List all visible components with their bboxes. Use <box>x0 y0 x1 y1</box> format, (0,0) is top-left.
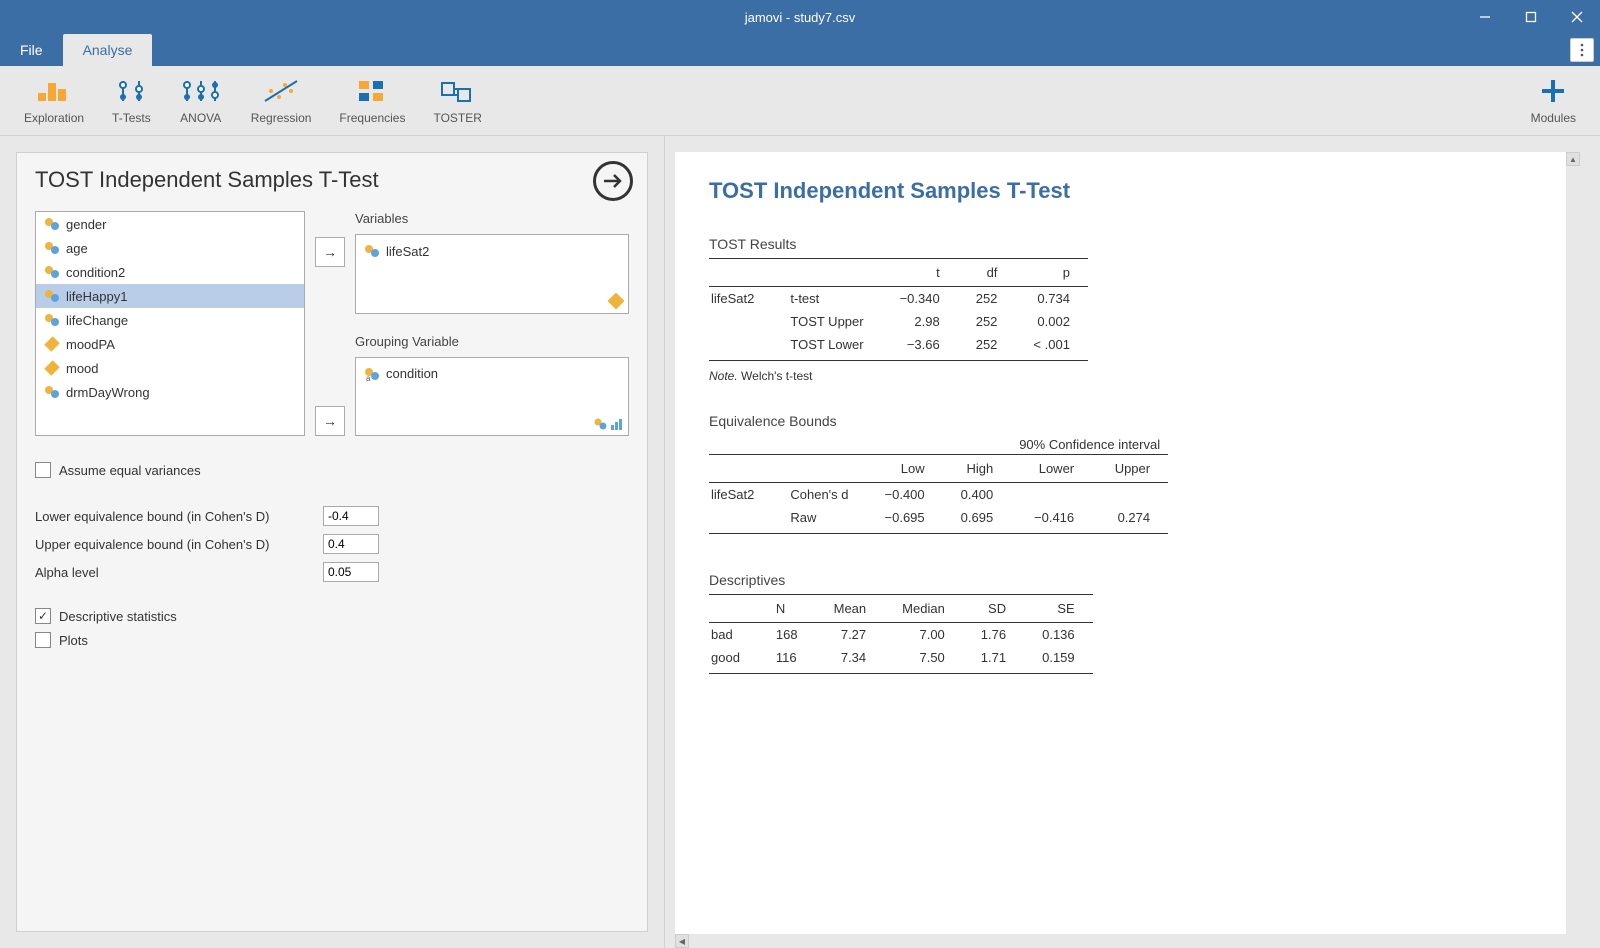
options-panel: TOST Independent Samples T-Test genderag… <box>0 136 665 948</box>
ribbon-exploration[interactable]: Exploration <box>10 73 98 129</box>
source-var-item[interactable]: condition2 <box>36 260 304 284</box>
ribbon-regression[interactable]: Regression <box>237 73 326 129</box>
menu-file[interactable]: File <box>0 34 63 66</box>
nominal-icon <box>44 264 60 280</box>
descriptives-label: Descriptive statistics <box>59 609 177 624</box>
source-var-item[interactable]: lifeHappy1 <box>36 284 304 308</box>
descriptives-checkbox[interactable] <box>35 608 51 624</box>
assume-equal-label: Assume equal variances <box>59 463 201 478</box>
plots-checkbox[interactable] <box>35 632 51 648</box>
frequencies-icon <box>357 77 387 105</box>
nominal-text-icon: a <box>364 366 380 382</box>
scroll-up-button[interactable]: ▲ <box>1566 152 1580 166</box>
options-title: TOST Independent Samples T-Test <box>35 167 629 193</box>
ribbon-anova[interactable]: ANOVA <box>165 73 237 129</box>
window-controls <box>1462 0 1600 34</box>
nominal-icon <box>44 240 60 256</box>
move-to-grouping-button[interactable]: → <box>315 406 345 436</box>
lower-bound-label: Lower equivalence bound (in Cohen's D) <box>35 509 315 524</box>
upper-bound-input[interactable] <box>323 534 379 554</box>
tost-results-table: tdfplifeSat2t-test−0.3402520.734TOST Upp… <box>709 258 1088 361</box>
source-var-item[interactable]: gender <box>36 212 304 236</box>
variables-target[interactable]: lifeSat2 <box>355 234 629 314</box>
content-area: TOST Independent Samples T-Test genderag… <box>0 136 1600 948</box>
regression-icon <box>263 77 299 105</box>
results-box: TOST Independent Samples T-Test TOST Res… <box>675 152 1566 934</box>
results-panel: TOST Independent Samples T-Test TOST Res… <box>665 136 1600 948</box>
run-button[interactable] <box>593 161 633 201</box>
accepted-types-icon <box>608 293 624 309</box>
modules-icon <box>1540 77 1566 105</box>
menubar: File Analyse <box>0 34 1600 66</box>
ribbon-toster[interactable]: TOSTER <box>419 73 495 129</box>
ttests-icon <box>113 77 149 105</box>
nominal-icon <box>44 384 60 400</box>
continuous-icon <box>44 336 60 352</box>
ribbon-modules[interactable]: Modules <box>1517 73 1590 129</box>
eq-bounds-table: 90% Confidence intervalLowHighLowerUpper… <box>709 435 1168 534</box>
alpha-label: Alpha level <box>35 565 315 580</box>
nominal-icon <box>44 312 60 328</box>
options-box: TOST Independent Samples T-Test genderag… <box>16 152 648 932</box>
source-var-item[interactable]: mood <box>36 356 304 380</box>
nominal-icon <box>44 288 60 304</box>
continuous-icon <box>44 360 60 376</box>
descriptives-table: NMeanMedianSDSEbad1687.277.001.760.136go… <box>709 594 1093 674</box>
grouping-target[interactable]: a condition <box>355 357 629 437</box>
close-button[interactable] <box>1554 0 1600 34</box>
menu-analyse[interactable]: Analyse <box>63 34 153 66</box>
assume-equal-variances-checkbox[interactable] <box>35 462 51 478</box>
variables-label: Variables <box>355 211 629 226</box>
source-var-item[interactable]: lifeChange <box>36 308 304 332</box>
scroll-left-button[interactable]: ◀ <box>675 934 689 948</box>
source-var-item[interactable]: drmDayWrong <box>36 380 304 404</box>
source-variable-list[interactable]: genderagecondition2lifeHappy1lifeChangem… <box>35 211 305 436</box>
move-to-variables-button[interactable]: → <box>315 237 345 267</box>
variable-item[interactable]: lifeSat2 <box>360 239 624 263</box>
toster-icon <box>440 77 476 105</box>
plots-label: Plots <box>59 633 88 648</box>
ribbon-frequencies[interactable]: Frequencies <box>325 73 419 129</box>
window-title: jamovi - study7.csv <box>745 10 856 25</box>
grouping-label: Grouping Variable <box>355 334 629 349</box>
tost-note: Note. Welch's t-test <box>709 369 1532 383</box>
descriptives-header: Descriptives <box>709 572 1532 588</box>
exploration-icon <box>36 77 72 105</box>
maximize-button[interactable] <box>1508 0 1554 34</box>
lower-bound-input[interactable] <box>323 506 379 526</box>
ribbon-ttests[interactable]: T-Tests <box>98 73 165 129</box>
results-vscrollbar[interactable]: ▲ <box>1566 152 1580 934</box>
eq-bounds-header: Equivalence Bounds <box>709 413 1532 429</box>
nominal-icon <box>364 243 380 259</box>
upper-bound-label: Upper equivalence bound (in Cohen's D) <box>35 537 315 552</box>
source-var-item[interactable]: age <box>36 236 304 260</box>
alpha-input[interactable] <box>323 562 379 582</box>
svg-text:a: a <box>366 374 371 382</box>
results-hscrollbar[interactable]: ◀ <box>675 934 1580 948</box>
titlebar: jamovi - study7.csv <box>0 0 1600 34</box>
anova-icon <box>179 77 223 105</box>
results-title: TOST Independent Samples T-Test <box>709 178 1532 204</box>
source-var-item[interactable]: moodPA <box>36 332 304 356</box>
accepted-types-icon <box>594 417 624 431</box>
nominal-icon <box>44 216 60 232</box>
minimize-button[interactable] <box>1462 0 1508 34</box>
ribbon: Exploration T-Tests ANOVA Regression Fre… <box>0 66 1600 136</box>
tost-results-header: TOST Results <box>709 236 1532 252</box>
grouping-item[interactable]: a condition <box>360 362 624 386</box>
menu-more-button[interactable] <box>1570 38 1594 62</box>
